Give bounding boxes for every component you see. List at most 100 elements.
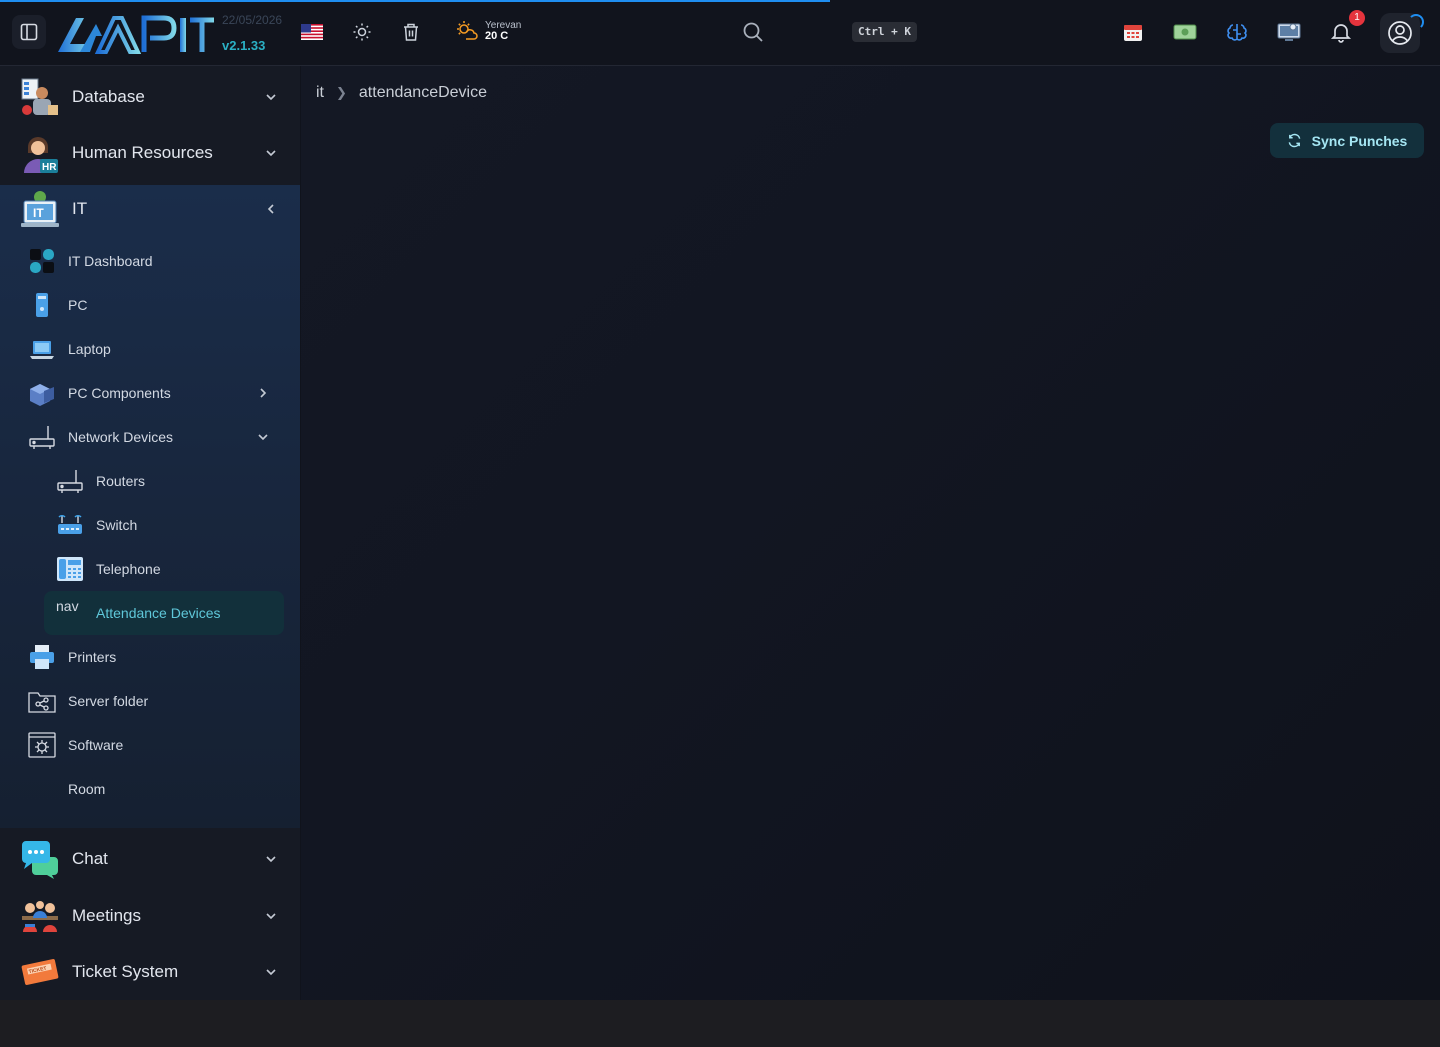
broken-image-icon: nav xyxy=(56,599,79,614)
sidebar-section-it[interactable]: IT IT xyxy=(0,181,300,237)
sidebar-item-label: PC xyxy=(68,297,88,313)
sidebar-item-label: IT Dashboard xyxy=(68,253,153,269)
sidebar-section-label: Chat xyxy=(72,849,108,868)
svg-text:HR: HR xyxy=(42,162,57,173)
chevron-down-icon xyxy=(266,856,276,863)
sidebar-item-pc[interactable]: PC xyxy=(16,283,284,327)
notifications-button[interactable] xyxy=(1329,20,1353,44)
ticket-icon: TICKET xyxy=(21,959,59,985)
apit-logo[interactable] xyxy=(56,14,216,54)
breadcrumb-item-it[interactable]: it xyxy=(316,84,324,102)
app-version: v2.1.33 xyxy=(222,38,266,53)
chevron-right-icon xyxy=(260,388,267,398)
sync-punches-button[interactable]: Sync Punches xyxy=(1270,123,1424,158)
weather-temperature: 20 C xyxy=(485,30,509,42)
sidebar-item-label: Server folder xyxy=(68,693,149,709)
breadcrumb: it ❯ attendanceDevice xyxy=(316,84,487,102)
finance-button[interactable] xyxy=(1173,20,1197,44)
search-button[interactable] xyxy=(742,21,764,48)
sidebar-item-laptop[interactable]: Laptop xyxy=(16,327,284,371)
clear-cache-button[interactable] xyxy=(399,20,423,44)
pc-components-icon xyxy=(30,384,54,406)
calendar-icon xyxy=(1124,25,1142,41)
chevron-down-icon xyxy=(266,969,276,976)
monitor-settings-icon xyxy=(1277,23,1301,41)
sidebar-section-label: Human Resources xyxy=(72,143,213,162)
chevron-left-icon xyxy=(267,204,274,214)
sidebar-item-printers[interactable]: Printers xyxy=(16,635,284,679)
logo-date: 22/05/2026 xyxy=(222,13,283,27)
weather-widget[interactable]: Yerevan 20 C xyxy=(455,19,521,43)
loading-spinner xyxy=(1408,14,1424,30)
router-icon xyxy=(29,426,55,449)
calendar-button[interactable] xyxy=(1121,20,1145,44)
us-flag-icon xyxy=(301,24,323,40)
breadcrumb-item-current: attendanceDevice xyxy=(358,84,487,101)
sidebar-item-label: Room xyxy=(68,781,106,797)
sidebar-item-room[interactable]: Room xyxy=(16,767,284,811)
bottom-strip xyxy=(0,1000,1440,1047)
sidebar-section-meetings[interactable]: Meetings xyxy=(0,888,300,944)
ai-assistant-button[interactable] xyxy=(1225,20,1249,44)
sync-punches-label: Sync Punches xyxy=(1311,132,1408,149)
language-flag-button[interactable] xyxy=(300,20,324,44)
trash-icon xyxy=(404,23,418,41)
sidebar-item-routers[interactable]: Routers xyxy=(44,459,284,503)
sidebar-section-chat[interactable]: Chat xyxy=(0,831,300,887)
sidebar-it-panel: IT IT IT Dashboard PC Laptop PC Componen… xyxy=(0,185,300,828)
loading-progress-bar xyxy=(0,0,830,2)
top-bar: 22/05/2026 v2.1.33 Yerevan 20 C Ctrl + K xyxy=(0,0,1440,66)
remote-desktop-button[interactable] xyxy=(1277,20,1301,44)
sidebar-item-label: Software xyxy=(68,737,124,753)
switch-icon xyxy=(58,515,82,534)
sidebar-item-attendance-devices[interactable]: nav Attendance Devices xyxy=(44,591,284,635)
sidebar-item-label: Routers xyxy=(96,473,146,489)
router-icon xyxy=(57,470,83,493)
sidebar-toggle-button[interactable] xyxy=(12,15,46,49)
theme-toggle-button[interactable] xyxy=(350,20,374,44)
search-icon xyxy=(743,22,763,42)
money-icon xyxy=(1173,24,1197,40)
sidebar-section-label: Database xyxy=(72,87,145,106)
sidebar-section-label: IT xyxy=(72,199,88,218)
notification-count-badge: 1 xyxy=(1349,10,1365,26)
sidebar-item-software[interactable]: Software xyxy=(16,723,284,767)
cloudy-sun-icon xyxy=(457,21,478,40)
chevron-down-icon xyxy=(266,150,276,157)
sidebar-item-network-devices[interactable]: Network Devices xyxy=(16,415,284,459)
it-laptop-icon: IT xyxy=(21,191,59,227)
sidebar-section-label: Meetings xyxy=(72,906,141,925)
sidebar-item-server-folder[interactable]: Server folder xyxy=(16,679,284,723)
sidebar-item-switch[interactable]: Switch xyxy=(44,503,284,547)
dashboard-icon xyxy=(30,249,54,273)
chat-bubbles-icon xyxy=(22,841,58,879)
app-window: 22/05/2026 v2.1.33 Yerevan 20 C Ctrl + K xyxy=(0,0,1440,1000)
chevron-down-icon xyxy=(266,94,276,101)
laptop-icon xyxy=(30,341,54,359)
sidebar-item-label: PC Components xyxy=(68,385,171,401)
sidebar: Database HR Human Resources IT IT IT Das… xyxy=(0,66,300,1000)
printer-icon xyxy=(30,645,54,669)
hr-person-icon: HR xyxy=(24,137,58,173)
chevron-down-icon xyxy=(266,913,276,920)
sidebar-item-label: Switch xyxy=(96,517,138,533)
server-folder-icon xyxy=(28,692,56,713)
sidebar-section-ticket-system[interactable]: TICKET Ticket System xyxy=(0,944,300,1000)
sidebar-item-label: Laptop xyxy=(68,341,111,357)
chevron-down-icon xyxy=(258,434,268,441)
sidebar-section-label: Ticket System xyxy=(72,962,179,981)
sidebar-section-human-resources[interactable]: HR Human Resources xyxy=(0,125,300,181)
brain-icon xyxy=(1227,24,1247,41)
search-shortcut-hint: Ctrl + K xyxy=(852,22,917,42)
refresh-icon xyxy=(1288,133,1301,148)
sidebar-item-label: Network Devices xyxy=(68,429,174,445)
database-person-icon xyxy=(21,78,58,115)
sidebar-section-database[interactable]: Database xyxy=(0,69,300,125)
sidebar-item-telephone[interactable]: Telephone xyxy=(44,547,284,591)
svg-text:IT: IT xyxy=(33,206,44,220)
bell-icon xyxy=(1330,24,1352,43)
sidebar-item-label: Telephone xyxy=(96,561,161,577)
sidebar-item-pc-components[interactable]: PC Components xyxy=(16,371,284,415)
sidebar-item-label: Printers xyxy=(68,649,117,665)
sidebar-item-it-dashboard[interactable]: IT Dashboard xyxy=(16,239,284,283)
